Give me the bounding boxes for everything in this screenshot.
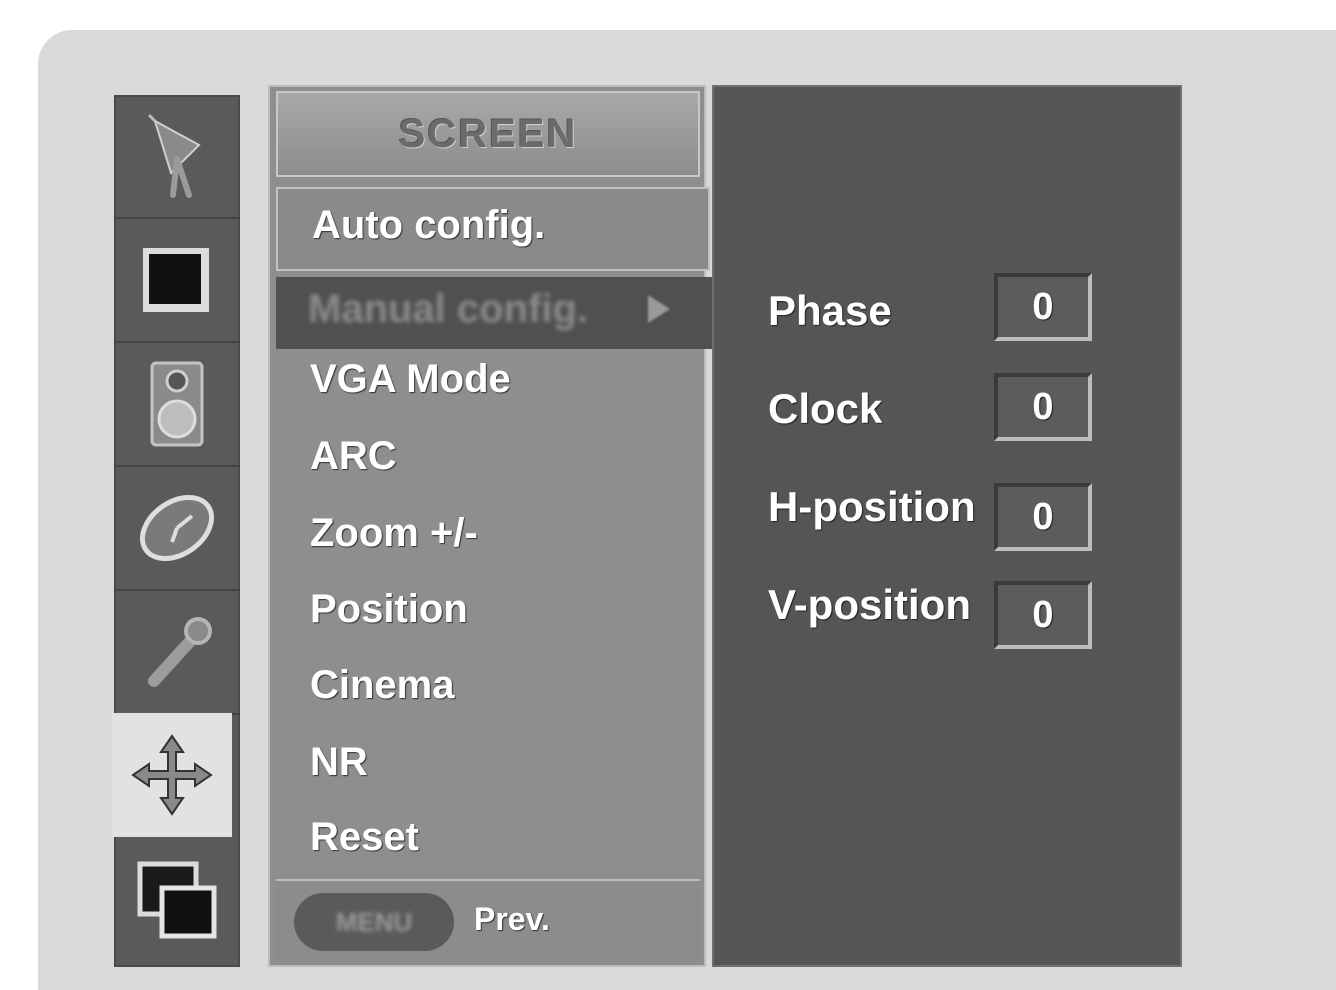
menu-item-position[interactable]: Position xyxy=(310,587,468,632)
menu-title: SCREEN xyxy=(398,111,578,156)
menu-footer: MENU Prev. xyxy=(276,879,700,963)
menu-category-strip xyxy=(112,95,240,967)
clock-value: 0 xyxy=(1032,385,1054,428)
h-position-value-field[interactable]: 0 xyxy=(994,483,1092,551)
menu-item-arc[interactable]: ARC xyxy=(310,434,397,479)
menu-item-reset[interactable]: Reset xyxy=(310,815,419,860)
menu-item-label: Auto config. xyxy=(312,203,546,247)
phase-label: Phase xyxy=(768,287,892,334)
h-position-value: 0 xyxy=(1032,495,1054,538)
clock-value-field[interactable]: 0 xyxy=(994,373,1092,441)
menu-item-zoom[interactable]: Zoom +/- xyxy=(310,511,478,556)
clock-label: Clock xyxy=(768,385,883,432)
wrench-icon[interactable] xyxy=(114,591,240,715)
menu-item-manual-config[interactable]: Manual config. xyxy=(276,277,714,349)
menu-item-auto-config[interactable]: Auto config. xyxy=(276,187,710,271)
menu-item-nr[interactable]: NR xyxy=(310,740,368,785)
menu-button-label: MENU xyxy=(335,906,413,937)
v-position-value: 0 xyxy=(1032,593,1054,636)
prev-label: Prev. xyxy=(474,901,550,937)
menu-item-vga-mode[interactable]: VGA Mode xyxy=(310,357,511,402)
picture-square-icon[interactable] xyxy=(114,219,240,343)
menu-button[interactable]: MENU xyxy=(294,893,454,951)
menu-header: SCREEN xyxy=(276,91,700,177)
manual-config-panel: Phase 0 Clock 0 H-position 0 V-position … xyxy=(712,85,1182,967)
move-arrows-icon[interactable] xyxy=(112,713,232,837)
menu-item-label: Manual config. xyxy=(308,287,588,331)
pip-windows-icon[interactable] xyxy=(114,839,240,963)
speaker-icon[interactable] xyxy=(114,343,240,467)
screen-menu-panel: SCREEN Auto config. Manual config. VGA M… xyxy=(268,85,714,967)
clock-time-icon[interactable] xyxy=(114,467,240,591)
menu-item-cinema[interactable]: Cinema xyxy=(310,663,455,708)
v-position-label: V-position xyxy=(768,581,971,628)
phase-value: 0 xyxy=(1032,285,1054,328)
submenu-arrow-icon xyxy=(648,295,670,323)
satellite-dish-icon[interactable] xyxy=(114,95,240,219)
v-position-value-field[interactable]: 0 xyxy=(994,581,1092,649)
phase-value-field[interactable]: 0 xyxy=(994,273,1092,341)
h-position-label: H-position xyxy=(768,483,976,530)
